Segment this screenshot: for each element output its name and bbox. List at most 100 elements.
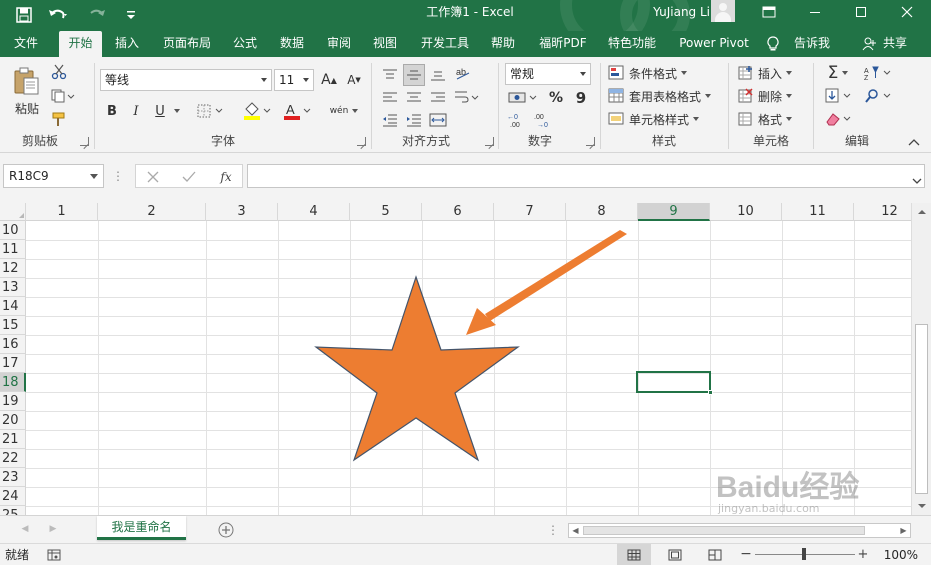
tab-review[interactable]: 审阅 (320, 31, 358, 57)
bold-button[interactable]: B (102, 101, 122, 121)
clipboard-dialog-launcher[interactable] (80, 137, 89, 146)
tab-insert[interactable]: 插入 (108, 31, 146, 57)
prev-sheet-icon[interactable]: ◀ (18, 522, 32, 536)
font-name-select[interactable]: 等线 (100, 69, 272, 91)
format-painter-icon[interactable] (49, 109, 69, 129)
underline-dropdown-icon[interactable] (170, 101, 180, 121)
paste-icon[interactable] (12, 65, 42, 97)
tab-page-layout[interactable]: 页面布局 (156, 31, 218, 57)
page-layout-view-icon[interactable] (660, 544, 690, 565)
cut-icon[interactable] (49, 62, 69, 82)
redo-icon[interactable] (82, 3, 112, 27)
text-orientation-icon[interactable]: ab (452, 63, 474, 85)
scroll-thumb[interactable] (915, 324, 928, 494)
user-name[interactable]: YuJiang Li (630, 0, 710, 24)
page-break-preview-icon[interactable] (700, 544, 730, 565)
increase-decimal-icon[interactable]: ←0.00 (506, 110, 530, 130)
tab-file[interactable]: 文件 (0, 31, 52, 57)
tab-help[interactable]: 帮助 (484, 31, 522, 57)
next-sheet-icon[interactable]: ▶ (46, 522, 60, 536)
align-middle-icon[interactable] (403, 64, 425, 86)
macro-record-icon[interactable] (46, 547, 62, 563)
clear-icon[interactable] (820, 109, 856, 129)
scroll-down-icon[interactable] (915, 499, 929, 513)
insert-function-icon[interactable]: fx (214, 167, 238, 187)
horizontal-scrollbar[interactable]: ◀ ▶ (568, 523, 911, 538)
font-color-icon[interactable]: A (280, 99, 314, 123)
zoom-in-button[interactable]: + (856, 547, 870, 562)
comma-style-button[interactable]: 9 (570, 87, 592, 109)
cell-styles-button[interactable]: 单元格样式 (608, 108, 700, 130)
tab-developer[interactable]: 开发工具 (414, 31, 476, 57)
insert-cells-button[interactable]: 插入 (737, 62, 793, 84)
phonetic-guide-icon[interactable]: wén (326, 99, 362, 123)
align-left-icon[interactable] (379, 88, 401, 108)
tab-foxit-pdf[interactable]: 福昕PDF (532, 31, 594, 57)
maximize-button[interactable] (838, 0, 884, 24)
arrow-shape[interactable] (466, 230, 627, 335)
ribbon-display-options-icon[interactable] (746, 0, 792, 24)
share-button[interactable]: 共享 (878, 31, 912, 57)
tab-features[interactable]: 特色功能 (601, 31, 663, 57)
align-top-icon[interactable] (379, 65, 401, 85)
merge-center-icon[interactable] (427, 110, 449, 130)
confirm-entry-icon[interactable] (178, 167, 200, 187)
vertical-scrollbar[interactable] (911, 203, 931, 515)
save-icon[interactable] (9, 3, 39, 27)
italic-button[interactable]: I (126, 101, 146, 121)
increase-font-size-icon[interactable]: A ▲ (318, 70, 340, 90)
formula-input[interactable] (247, 164, 925, 188)
tab-power-pivot[interactable]: Power Pivot (672, 31, 756, 57)
arrow-shaft[interactable] (485, 230, 627, 321)
more-options-icon[interactable]: ⋮ (112, 169, 124, 183)
zoom-level[interactable]: 100% (878, 546, 918, 564)
horizontal-scroll-thumb[interactable] (583, 526, 865, 535)
conditional-formatting-button[interactable]: 条件格式 (608, 62, 688, 84)
delete-cells-button[interactable]: 删除 (737, 85, 793, 107)
decrease-decimal-icon[interactable]: .00 →0 (533, 110, 557, 130)
tab-formulas[interactable]: 公式 (226, 31, 264, 57)
sort-filter-icon[interactable]: AZ (860, 63, 896, 83)
tab-data[interactable]: 数据 (273, 31, 311, 57)
font-dialog-launcher[interactable] (357, 137, 366, 146)
share-icon[interactable] (860, 31, 878, 57)
avatar[interactable] (711, 0, 735, 22)
alignment-dialog-launcher[interactable] (485, 137, 494, 146)
tab-view[interactable]: 视图 (366, 31, 404, 57)
font-size-select[interactable]: 11 (274, 69, 314, 91)
lightbulb-icon[interactable] (764, 31, 782, 57)
collapse-ribbon-icon[interactable] (906, 135, 922, 149)
decrease-font-size-icon[interactable]: A ▼ (343, 70, 365, 90)
undo-icon[interactable] (42, 3, 74, 27)
tab-home[interactable]: 开始 (59, 31, 102, 57)
zoom-slider-thumb[interactable] (802, 548, 806, 560)
add-sheet-button[interactable] (216, 520, 236, 540)
tell-me-search[interactable]: 告诉我 (790, 31, 834, 57)
autosum-icon[interactable]: Σ (820, 63, 856, 83)
expand-formula-icon[interactable] (912, 173, 922, 184)
fill-icon[interactable] (820, 86, 856, 106)
borders-icon[interactable] (195, 101, 227, 121)
customize-quick-access-icon[interactable] (120, 3, 142, 27)
scroll-left-icon[interactable]: ◀ (570, 525, 581, 536)
tab-split-handle[interactable]: ⋮ (547, 523, 559, 537)
scroll-up-icon[interactable] (915, 205, 929, 219)
accounting-format-icon[interactable] (506, 87, 542, 109)
decrease-indent-icon[interactable] (379, 110, 401, 130)
close-button[interactable] (884, 0, 930, 24)
minimize-button[interactable] (792, 0, 838, 24)
wrap-text-icon[interactable] (452, 87, 482, 109)
star-shape[interactable] (314, 275, 520, 462)
increase-indent-icon[interactable] (403, 110, 425, 130)
align-bottom-icon[interactable] (427, 65, 449, 85)
fill-color-icon[interactable] (240, 99, 274, 123)
underline-button[interactable]: U (150, 101, 170, 121)
paste-button[interactable]: 粘贴 (10, 97, 44, 119)
worksheet-grid[interactable]: 1 2 3 4 5 6 7 8 9 10 11 12 10 11 12 13 1… (0, 203, 911, 515)
number-dialog-launcher[interactable] (586, 137, 595, 146)
format-cells-button[interactable]: 格式 (737, 108, 793, 130)
percent-style-button[interactable]: % (545, 87, 567, 109)
find-select-icon[interactable] (860, 86, 896, 106)
format-as-table-button[interactable]: 套用表格格式 (608, 85, 712, 107)
align-center-icon[interactable] (403, 88, 425, 108)
